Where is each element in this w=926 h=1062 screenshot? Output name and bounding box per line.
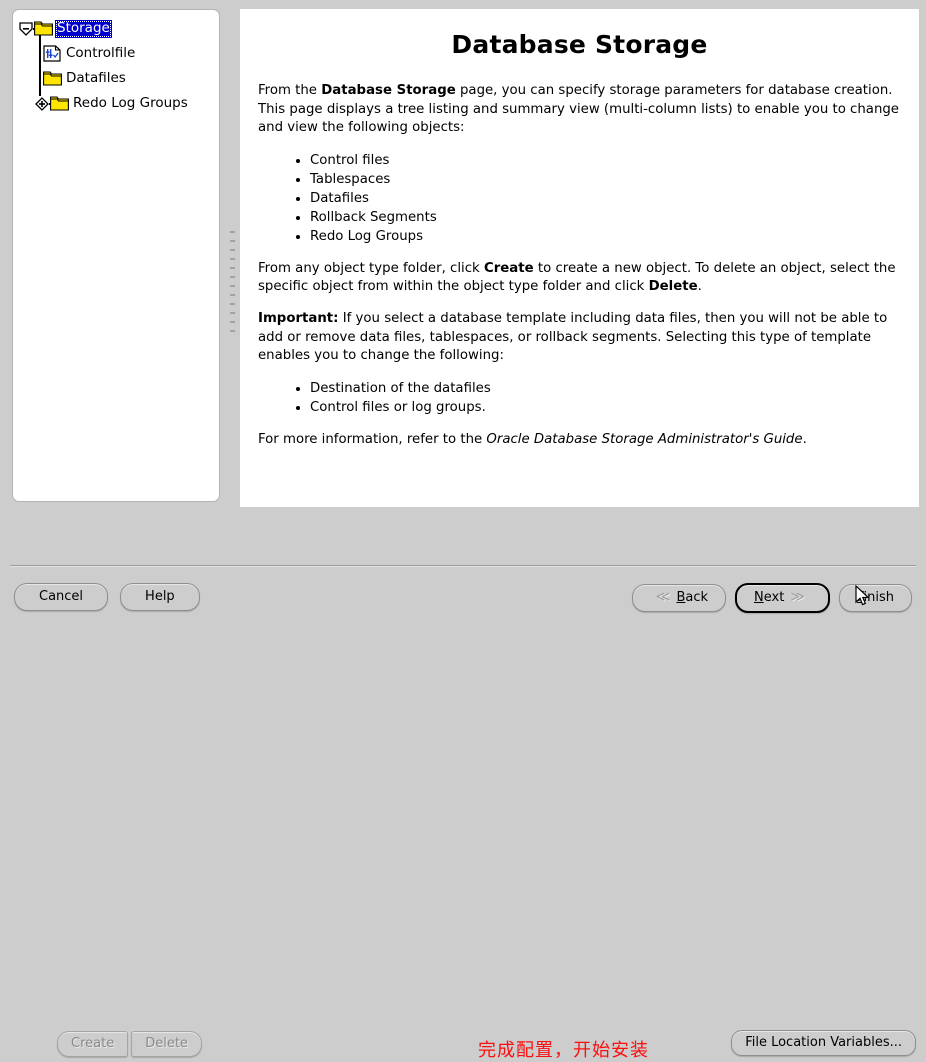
para2-bold-create: Create (483, 260, 534, 276)
list-item: Control files (296, 151, 899, 170)
next-label: ext (763, 590, 785, 605)
create-delete-group: Create Delete (57, 1031, 202, 1057)
tree-node-controlfile[interactable]: Controlfile (19, 41, 219, 66)
folder-icon (34, 21, 53, 36)
tree-node-label-storage[interactable]: Storage (55, 19, 112, 38)
next-button[interactable]: Next ≫ (735, 583, 830, 613)
splitter-grip[interactable] (230, 231, 235, 335)
list-item: Redo Log Groups (296, 227, 899, 246)
storage-tree-panel[interactable]: Storage Controlfile Datafiles Redo Log G… (12, 9, 220, 502)
file-location-variables-button[interactable]: File Location Variables... (731, 1030, 916, 1056)
para4-pre: For more information, refer to the (258, 431, 487, 447)
back-label: ack (685, 590, 709, 605)
para2-bold-delete: Delete (648, 279, 698, 295)
storage-tree[interactable]: Storage Controlfile Datafiles Redo Log G… (13, 10, 219, 116)
cancel-button[interactable]: Cancel (14, 583, 109, 611)
finish-label: inish (863, 590, 894, 605)
controlfile-document-icon (43, 45, 61, 62)
minus-hexagon-icon (19, 21, 33, 36)
panel-splitter[interactable] (228, 9, 238, 502)
object-actions-bar: Create Delete 完成配置，开始安装 File Location Va… (0, 510, 926, 1061)
back-arrow-icon: ≪ (655, 589, 671, 605)
delete-button[interactable]: Delete (131, 1031, 202, 1057)
help-text-body: From the Database Storage page, you can … (258, 82, 899, 449)
para4-post: . (802, 431, 807, 447)
paragraph-more-info: For more information, refer to the Oracl… (258, 431, 899, 450)
tree-node-datafiles[interactable]: Datafiles (19, 66, 219, 91)
list-item: Control files or log groups. (296, 398, 899, 417)
finish-button[interactable]: Finish (838, 584, 912, 612)
list-item: Datafiles (296, 189, 899, 208)
wizard-nav-right: ≪ Back Next ≫ Finish (631, 583, 912, 613)
next-mnemonic: N (754, 590, 764, 605)
tree-node-label-datafiles[interactable]: Datafiles (64, 70, 128, 88)
paragraph-important: Important: If you select a database temp… (258, 310, 899, 366)
tree-node-storage[interactable]: Storage (19, 16, 219, 41)
tree-node-label-redo-log-groups[interactable]: Redo Log Groups (71, 95, 190, 113)
paragraph-create-delete: From any object type folder, click Creat… (258, 260, 899, 297)
list-item: Tablespaces (296, 170, 899, 189)
folder-icon (50, 96, 69, 111)
collapse-handle-icon[interactable] (19, 21, 40, 36)
para1-bold: Database Storage (321, 83, 456, 98)
changeable-items-list: Destination of the datafiles Control fil… (258, 379, 899, 417)
folder-icon (43, 71, 62, 86)
para3-post: If you select a database template includ… (258, 310, 888, 364)
tree-node-redo-log-groups[interactable]: Redo Log Groups (19, 91, 219, 116)
content-panel: Database Storage From the Database Stora… (240, 9, 919, 507)
tree-node-label-controlfile[interactable]: Controlfile (64, 45, 137, 63)
annotation-text: 完成配置，开始安装 (478, 1040, 649, 1061)
list-item: Destination of the datafiles (296, 379, 899, 398)
object-types-list: Control files Tablespaces Datafiles Roll… (258, 151, 899, 246)
para3-bold-important: Important: (258, 310, 339, 326)
list-item: Rollback Segments (296, 208, 899, 227)
next-arrow-icon: ≫ (790, 589, 805, 605)
help-button[interactable]: Help (120, 583, 200, 611)
para2-post: . (697, 279, 702, 295)
paragraph-intro: From the Database Storage page, you can … (258, 82, 899, 138)
page-title: Database Storage (451, 30, 708, 59)
wizard-nav-left: Cancel Help (14, 583, 200, 611)
expand-handle-icon[interactable] (35, 96, 56, 111)
create-button[interactable]: Create (57, 1031, 129, 1057)
para2-pre: From any object type folder, click (258, 260, 484, 276)
para1-pre: From the (258, 83, 322, 98)
footer-separator (10, 565, 916, 567)
back-button[interactable]: ≪ Back (631, 584, 727, 612)
para4-italic-guide: Oracle Database Storage Administrator's … (486, 431, 803, 447)
plus-hexagon-icon (35, 96, 49, 111)
